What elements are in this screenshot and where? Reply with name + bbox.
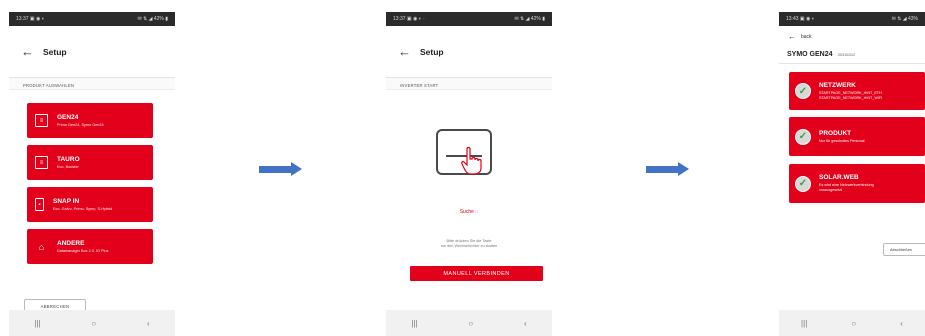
status-icons: ✉ ⇅ ◢ 42% ▮ xyxy=(137,16,168,22)
android-nav-bar: ||| ○ ‹ xyxy=(9,310,175,336)
back-icon[interactable]: ‹ xyxy=(900,319,903,328)
card-line-2: vorausgesetzt xyxy=(819,188,842,192)
inverter-icon: ≡ xyxy=(35,156,48,169)
check-icon: ✓ xyxy=(795,175,811,192)
card-title: SOLAR.WEB xyxy=(819,174,859,181)
device-name: SYMO GEN24 xyxy=(787,51,833,58)
recents-icon[interactable]: ||| xyxy=(801,319,807,328)
card-subtitle: Eco, Booster xyxy=(57,165,79,169)
screen-product-selection: 13:37 ▣ ◉ ◐ ✉ ⇅ ◢ 42% ▮ ← Setup PRODUKT … xyxy=(9,12,175,336)
router-icon: ⌂ xyxy=(38,241,45,252)
status-bar: 13:37 ▣ ◉ ◐ · ✉ ⇅ ◢ 42% ▮ xyxy=(386,12,552,26)
check-icon: ✓ xyxy=(795,83,811,99)
back-arrow-icon[interactable]: ← xyxy=(788,33,796,41)
screen-device-overview: 13:43 ▣ ◉ ◐ ✉ ⇅ ◢ 43% ← back SYMO GEN24 … xyxy=(779,12,925,336)
setup-card-netzwerk[interactable]: ✓ NETZWERK STARTPAGE_NETWORK_HINT_ETH ST… xyxy=(789,72,925,110)
status-time: 13:37 ▣ ◉ ◐ · xyxy=(393,16,425,22)
card-line-2: STARTPAGE_NETWORK_HINT_WIFI xyxy=(819,95,883,100)
status-icons: ✉ ⇅ ◢ 42% ▮ xyxy=(514,16,545,22)
inverter-start-content: Suche ◌ Bitte drücken Sie die Taste um d… xyxy=(386,90,552,310)
inverter-icon: ≡ xyxy=(35,114,48,127)
card-line-1: STARTPAGE_NETWORK_HINT_ETH xyxy=(819,90,882,95)
card-line-1: Nur für geschultes Personal xyxy=(819,138,865,143)
search-status: Suche ◌ xyxy=(386,209,552,215)
serial-number: 30316312 xyxy=(837,52,856,57)
finish-button[interactable]: Abschließen xyxy=(883,243,925,256)
section-label: PRODUKT AUSWAHLEN xyxy=(9,78,175,90)
card-title: NETZWERK xyxy=(819,81,856,89)
recents-icon[interactable]: ||| xyxy=(411,319,417,328)
status-time: 13:37 ▣ ◉ ◐ xyxy=(16,16,45,22)
status-bar: 13:43 ▣ ◉ ◐ ✉ ⇅ ◢ 43% xyxy=(779,12,925,26)
page-title: Setup xyxy=(420,46,444,57)
product-list: ≡ GEN24 Primo Gen24, Symo Gen24 ≡ TAURO … xyxy=(9,90,175,314)
setup-card-produkt[interactable]: ✓ PRODUKT Nur für geschultes Personal xyxy=(789,117,925,156)
back-label[interactable]: back xyxy=(801,34,812,40)
snapin-icon: ▪ xyxy=(35,198,44,211)
card-subtitle: Primo Gen24, Symo Gen24 xyxy=(57,123,104,127)
back-icon[interactable]: ‹ xyxy=(524,319,527,328)
inverter-device-icon xyxy=(436,129,492,175)
home-icon[interactable]: ○ xyxy=(91,319,96,328)
product-card-snap-in[interactable]: ▪ SNAP IN Eco, Galvo, Primo, Symo, S-Hyb… xyxy=(27,187,153,222)
search-status-text: Suche xyxy=(459,209,474,215)
back-arrow-icon[interactable]: ← xyxy=(21,45,34,58)
android-nav-bar: ||| ○ ‹ xyxy=(386,310,552,336)
section-label: INVERTER START xyxy=(386,78,552,90)
instruction-line-2: um den Wechselrichter zu starten xyxy=(440,244,498,248)
status-bar: 13:37 ▣ ◉ ◐ ✉ ⇅ ◢ 42% ▮ xyxy=(9,12,175,26)
screen-inverter-start: 13:37 ▣ ◉ ◐ · ✉ ⇅ ◢ 42% ▮ ← Setup INVERT… xyxy=(386,12,552,336)
card-subtitle: Datamanager Box 2.0, IG Plus xyxy=(57,249,109,253)
home-icon[interactable]: ○ xyxy=(851,319,856,328)
product-card-gen24[interactable]: ≡ GEN24 Primo Gen24, Symo Gen24 xyxy=(27,103,153,138)
back-link[interactable]: ← back xyxy=(779,26,925,48)
pointing-hand-icon xyxy=(461,147,482,175)
page-title: Setup xyxy=(43,46,67,57)
manual-connect-button[interactable]: MANUELL VERBINDEN xyxy=(410,266,543,281)
loading-spinner-icon: ◌ xyxy=(475,209,479,215)
app-header: ← Setup xyxy=(386,26,552,78)
instruction-text: Bitte drücken Sie die Taste um den Wechs… xyxy=(408,239,530,249)
device-header: SYMO GEN24 30316312 xyxy=(779,48,925,64)
card-title: TAURO xyxy=(57,156,80,163)
status-time: 13:43 ▣ ◉ ◐ xyxy=(786,16,815,22)
card-title: GEN24 xyxy=(57,114,79,121)
app-header: ← Setup xyxy=(9,26,175,78)
android-nav-bar: ||| ○ ‹ xyxy=(779,310,925,336)
status-icons: ✉ ⇅ ◢ 43% xyxy=(891,16,918,22)
product-card-andere[interactable]: ⌂ ANDERE Datamanager Box 2.0, IG Plus xyxy=(27,229,153,264)
home-icon[interactable]: ○ xyxy=(468,319,473,328)
product-card-tauro[interactable]: ≡ TAURO Eco, Booster xyxy=(27,145,153,180)
back-icon[interactable]: ‹ xyxy=(147,319,150,328)
recents-icon[interactable]: ||| xyxy=(34,319,40,328)
card-subtitle: Eco, Galvo, Primo, Symo, S-Hybrid xyxy=(53,207,113,211)
card-title: PRODUKT xyxy=(819,129,852,137)
card-title: SNAP IN xyxy=(53,198,80,205)
setup-card-solar-web[interactable]: ✓ SOLAR.WEB Es wird eine Netzwerkverbind… xyxy=(789,164,925,203)
back-arrow-icon[interactable]: ← xyxy=(398,45,411,58)
card-title: ANDERE xyxy=(57,240,85,247)
check-icon: ✓ xyxy=(795,128,811,145)
